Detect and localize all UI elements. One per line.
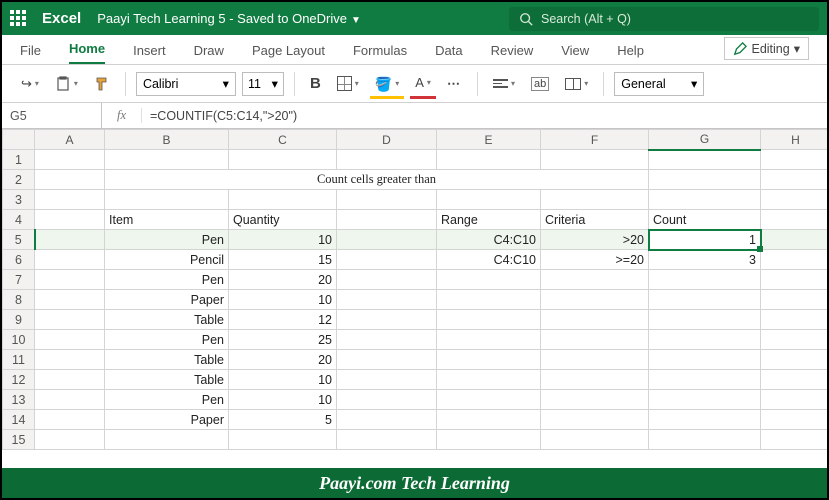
align-button[interactable]: ▾ — [488, 71, 520, 97]
font-family-select[interactable]: Calibri▾ — [136, 72, 236, 96]
font-color-button[interactable]: A▾ — [410, 71, 436, 97]
fill-color-button[interactable]: 🪣▾ — [370, 71, 404, 97]
tab-formulas[interactable]: Formulas — [353, 37, 407, 64]
tab-view[interactable]: View — [561, 37, 589, 64]
fx-icon[interactable]: fx — [102, 108, 142, 123]
app-launcher-icon[interactable] — [10, 10, 28, 28]
align-left-icon — [493, 79, 508, 88]
bold-button[interactable]: B — [305, 71, 326, 97]
sheet-title[interactable]: Count cells greater than — [105, 170, 649, 190]
tab-insert[interactable]: Insert — [133, 37, 166, 64]
tab-help[interactable]: Help — [617, 37, 644, 64]
clipboard-icon — [55, 76, 71, 92]
ribbon-toolbar: ↩▾ ▾ Calibri▾ 11▾ B ▾ 🪣▾ A▾ ⋯ ▾ ab ▾ Gen… — [2, 65, 827, 103]
tab-file[interactable]: File — [20, 37, 41, 64]
merge-icon — [565, 78, 581, 90]
column-headers[interactable]: A B C D E F G H — [3, 130, 828, 150]
border-icon — [337, 76, 352, 91]
number-format-select[interactable]: General▾ — [614, 72, 704, 96]
wrap-text-button[interactable]: ab — [526, 71, 554, 97]
chevron-down-icon: ▾ — [794, 41, 800, 56]
chevron-down-icon: ▼ — [351, 15, 361, 26]
footer-watermark: Paayi.com Tech Learning — [2, 468, 827, 498]
font-size-select[interactable]: 11▾ — [242, 72, 284, 96]
document-title[interactable]: Paayi Tech Learning 5 - Saved to OneDriv… — [97, 11, 361, 26]
tab-draw[interactable]: Draw — [194, 37, 224, 64]
borders-button[interactable]: ▾ — [332, 71, 364, 97]
tab-review[interactable]: Review — [491, 37, 534, 64]
formula-bar: G5 fx =COUNTIF(C5:C14,">20") — [2, 103, 827, 129]
tab-data[interactable]: Data — [435, 37, 462, 64]
select-all-cell[interactable] — [3, 130, 35, 150]
wrap-text-icon: ab — [531, 77, 549, 91]
undo-button[interactable]: ↩▾ — [16, 71, 44, 97]
app-name: Excel — [42, 10, 81, 27]
spreadsheet-grid[interactable]: A B C D E F G H 1 2Count cells greater t… — [2, 129, 827, 471]
editing-mode-button[interactable]: Editing ▾ — [724, 37, 809, 60]
brush-icon — [94, 76, 110, 92]
paint-bucket-icon: 🪣 — [375, 77, 392, 91]
name-box[interactable]: G5 — [2, 103, 102, 128]
format-painter-button[interactable] — [89, 71, 115, 97]
search-icon — [519, 12, 533, 26]
merge-button[interactable]: ▾ — [560, 71, 593, 97]
tab-home[interactable]: Home — [69, 35, 105, 64]
search-box[interactable]: Search (Alt + Q) — [509, 7, 819, 31]
pencil-icon — [733, 42, 747, 56]
search-placeholder: Search (Alt + Q) — [541, 12, 631, 26]
active-cell[interactable]: 1 — [649, 230, 761, 250]
ribbon-tabs: File Home Insert Draw Page Layout Formul… — [2, 35, 827, 65]
tab-page-layout[interactable]: Page Layout — [252, 37, 325, 64]
formula-input[interactable]: =COUNTIF(C5:C14,">20") — [142, 109, 827, 123]
paste-button[interactable]: ▾ — [50, 71, 83, 97]
title-bar: Excel Paayi Tech Learning 5 - Saved to O… — [2, 2, 827, 35]
more-formatting-button[interactable]: ⋯ — [442, 71, 467, 97]
